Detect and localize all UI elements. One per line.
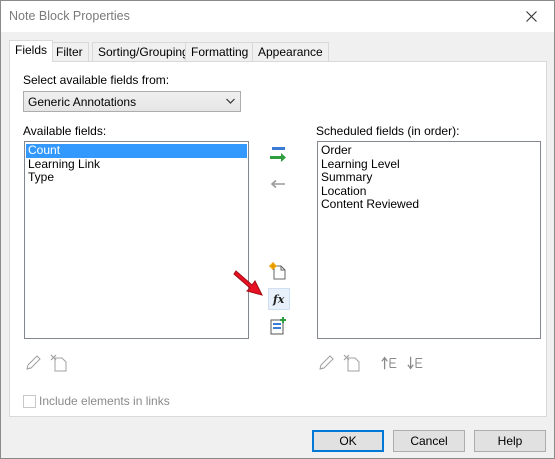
select-from-label: Select available fields from:: [23, 73, 170, 87]
fx-icon: fx: [272, 293, 285, 306]
pencil-icon: [26, 355, 41, 370]
delete-parameter-icon: [50, 354, 67, 372]
tab-filter[interactable]: Filter: [50, 42, 89, 61]
edit-parameter-button[interactable]: [24, 354, 42, 372]
list-item[interactable]: Type: [26, 170, 247, 185]
list-item[interactable]: Learning Level: [319, 157, 539, 172]
red-arrow-icon: [233, 270, 263, 296]
scheduled-fields-list[interactable]: Order Learning Level Summary Location Co…: [317, 141, 541, 339]
remove-field-button[interactable]: [267, 173, 289, 195]
move-down-icon: [407, 356, 423, 370]
move-up-button[interactable]: [381, 354, 399, 372]
include-links-checkbox[interactable]: [23, 394, 36, 408]
delete-parameter-icon: [343, 354, 360, 372]
fields-tab-panel: Select available fields from: Generic An…: [9, 61, 547, 417]
combine-parameters-button[interactable]: [267, 315, 289, 337]
ok-button[interactable]: OK: [312, 430, 384, 452]
tab-formatting[interactable]: Formatting: [185, 42, 255, 61]
select-from-value: Generic Annotations: [28, 95, 137, 109]
tab-appearance[interactable]: Appearance: [252, 42, 329, 61]
select-from-dropdown[interactable]: Generic Annotations: [23, 91, 241, 112]
move-up-icon: [381, 356, 397, 370]
edit-scheduled-parameter-button[interactable]: [317, 354, 335, 372]
svg-text:fx: fx: [272, 293, 285, 306]
include-links-label: Include elements in links: [39, 394, 170, 408]
list-item[interactable]: Count: [26, 143, 247, 158]
delete-scheduled-parameter-button[interactable]: [343, 354, 361, 372]
close-button[interactable]: [508, 1, 554, 32]
chevron-down-icon: [226, 98, 235, 104]
move-down-button[interactable]: [407, 354, 425, 372]
include-links-row[interactable]: Include elements in links: [23, 394, 170, 408]
calculated-value-button[interactable]: fx: [268, 288, 290, 310]
list-item[interactable]: Content Reviewed: [319, 197, 539, 212]
list-item[interactable]: Order: [319, 143, 539, 158]
window-title: Note Block Properties: [9, 9, 130, 23]
help-button[interactable]: Help: [474, 430, 546, 452]
available-fields-label: Available fields:: [23, 124, 107, 138]
pencil-icon: [319, 355, 334, 370]
title-bar: Note Block Properties: [1, 1, 554, 32]
remove-field-arrow-icon: [270, 179, 285, 189]
add-field-arrow-icon: [270, 147, 286, 162]
list-item[interactable]: Summary: [319, 170, 539, 185]
scheduled-fields-label: Scheduled fields (in order):: [316, 124, 460, 138]
available-fields-list[interactable]: Count Learning Link Type: [24, 141, 249, 339]
tab-fields[interactable]: Fields: [9, 40, 54, 62]
delete-parameter-button[interactable]: [50, 354, 68, 372]
add-field-button[interactable]: [267, 143, 289, 165]
list-item[interactable]: Learning Link: [26, 157, 247, 172]
close-icon: [525, 11, 537, 22]
list-item[interactable]: Location: [319, 184, 539, 199]
tab-sorting-grouping[interactable]: Sorting/Grouping: [92, 42, 195, 61]
new-parameter-button[interactable]: [267, 260, 289, 282]
new-parameter-icon: [269, 262, 286, 280]
combine-parameters-icon: [270, 317, 286, 335]
note-block-properties-dialog: Note Block Properties Fields Filter Sort…: [0, 0, 555, 459]
cancel-button[interactable]: Cancel: [393, 430, 465, 452]
